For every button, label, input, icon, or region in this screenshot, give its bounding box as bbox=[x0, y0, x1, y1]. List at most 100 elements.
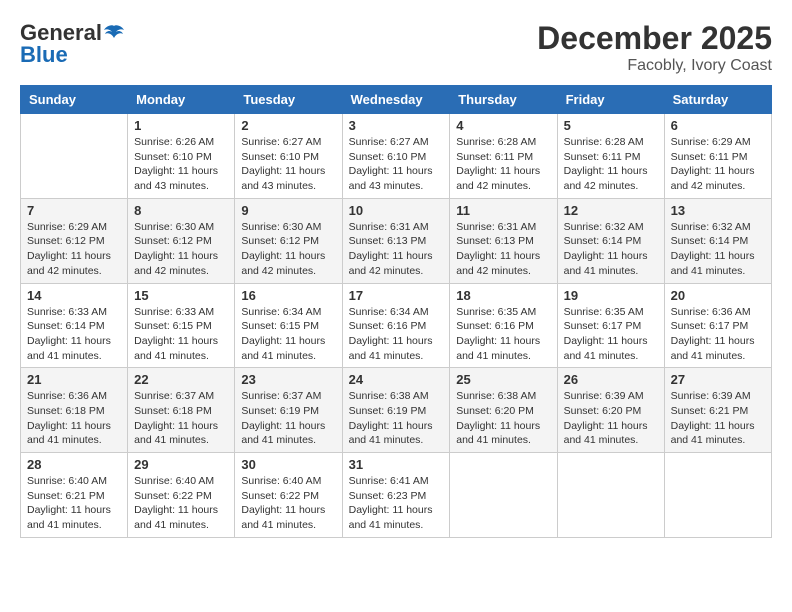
table-row: 30 Sunrise: 6:40 AMSunset: 6:22 PMDaylig… bbox=[235, 453, 342, 538]
table-row: 12 Sunrise: 6:32 AMSunset: 6:14 PMDaylig… bbox=[557, 198, 664, 283]
location-title: Facobly, Ivory Coast bbox=[537, 57, 772, 75]
day-info: Sunrise: 6:39 AMSunset: 6:21 PMDaylight:… bbox=[671, 389, 765, 448]
day-info: Sunrise: 6:27 AMSunset: 6:10 PMDaylight:… bbox=[349, 135, 444, 194]
calendar-week-1: 7 Sunrise: 6:29 AMSunset: 6:12 PMDayligh… bbox=[21, 198, 772, 283]
day-number: 3 bbox=[349, 118, 444, 133]
calendar-week-4: 28 Sunrise: 6:40 AMSunset: 6:21 PMDaylig… bbox=[21, 453, 772, 538]
day-info: Sunrise: 6:40 AMSunset: 6:22 PMDaylight:… bbox=[134, 474, 228, 533]
table-row bbox=[557, 453, 664, 538]
day-info: Sunrise: 6:38 AMSunset: 6:19 PMDaylight:… bbox=[349, 389, 444, 448]
day-info: Sunrise: 6:35 AMSunset: 6:17 PMDaylight:… bbox=[564, 305, 658, 364]
header-friday: Friday bbox=[557, 86, 664, 114]
day-info: Sunrise: 6:38 AMSunset: 6:20 PMDaylight:… bbox=[456, 389, 550, 448]
table-row: 15 Sunrise: 6:33 AMSunset: 6:15 PMDaylig… bbox=[128, 283, 235, 368]
table-row: 3 Sunrise: 6:27 AMSunset: 6:10 PMDayligh… bbox=[342, 114, 450, 199]
calendar-week-0: 1 Sunrise: 6:26 AMSunset: 6:10 PMDayligh… bbox=[21, 114, 772, 199]
day-number: 7 bbox=[27, 203, 121, 218]
day-number: 20 bbox=[671, 288, 765, 303]
day-number: 15 bbox=[134, 288, 228, 303]
table-row: 7 Sunrise: 6:29 AMSunset: 6:12 PMDayligh… bbox=[21, 198, 128, 283]
day-number: 28 bbox=[27, 457, 121, 472]
day-info: Sunrise: 6:31 AMSunset: 6:13 PMDaylight:… bbox=[456, 220, 550, 279]
header-monday: Monday bbox=[128, 86, 235, 114]
day-info: Sunrise: 6:26 AMSunset: 6:10 PMDaylight:… bbox=[134, 135, 228, 194]
day-number: 5 bbox=[564, 118, 658, 133]
table-row: 8 Sunrise: 6:30 AMSunset: 6:12 PMDayligh… bbox=[128, 198, 235, 283]
table-row bbox=[450, 453, 557, 538]
day-number: 4 bbox=[456, 118, 550, 133]
day-info: Sunrise: 6:29 AMSunset: 6:12 PMDaylight:… bbox=[27, 220, 121, 279]
day-info: Sunrise: 6:33 AMSunset: 6:14 PMDaylight:… bbox=[27, 305, 121, 364]
logo-blue: Blue bbox=[20, 42, 68, 68]
day-number: 6 bbox=[671, 118, 765, 133]
table-row bbox=[21, 114, 128, 199]
day-info: Sunrise: 6:40 AMSunset: 6:22 PMDaylight:… bbox=[241, 474, 335, 533]
header-tuesday: Tuesday bbox=[235, 86, 342, 114]
logo: General Blue bbox=[20, 20, 124, 68]
day-info: Sunrise: 6:28 AMSunset: 6:11 PMDaylight:… bbox=[456, 135, 550, 194]
table-row: 24 Sunrise: 6:38 AMSunset: 6:19 PMDaylig… bbox=[342, 368, 450, 453]
table-row: 20 Sunrise: 6:36 AMSunset: 6:17 PMDaylig… bbox=[664, 283, 771, 368]
day-info: Sunrise: 6:34 AMSunset: 6:15 PMDaylight:… bbox=[241, 305, 335, 364]
table-row: 14 Sunrise: 6:33 AMSunset: 6:14 PMDaylig… bbox=[21, 283, 128, 368]
day-number: 13 bbox=[671, 203, 765, 218]
table-row: 22 Sunrise: 6:37 AMSunset: 6:18 PMDaylig… bbox=[128, 368, 235, 453]
header-wednesday: Wednesday bbox=[342, 86, 450, 114]
day-number: 12 bbox=[564, 203, 658, 218]
table-row: 31 Sunrise: 6:41 AMSunset: 6:23 PMDaylig… bbox=[342, 453, 450, 538]
day-number: 31 bbox=[349, 457, 444, 472]
table-row: 28 Sunrise: 6:40 AMSunset: 6:21 PMDaylig… bbox=[21, 453, 128, 538]
table-row bbox=[664, 453, 771, 538]
day-info: Sunrise: 6:39 AMSunset: 6:20 PMDaylight:… bbox=[564, 389, 658, 448]
day-info: Sunrise: 6:41 AMSunset: 6:23 PMDaylight:… bbox=[349, 474, 444, 533]
calendar-week-2: 14 Sunrise: 6:33 AMSunset: 6:14 PMDaylig… bbox=[21, 283, 772, 368]
day-number: 21 bbox=[27, 372, 121, 387]
day-info: Sunrise: 6:36 AMSunset: 6:18 PMDaylight:… bbox=[27, 389, 121, 448]
day-info: Sunrise: 6:31 AMSunset: 6:13 PMDaylight:… bbox=[349, 220, 444, 279]
day-number: 24 bbox=[349, 372, 444, 387]
table-row: 23 Sunrise: 6:37 AMSunset: 6:19 PMDaylig… bbox=[235, 368, 342, 453]
table-row: 18 Sunrise: 6:35 AMSunset: 6:16 PMDaylig… bbox=[450, 283, 557, 368]
day-number: 18 bbox=[456, 288, 550, 303]
day-info: Sunrise: 6:32 AMSunset: 6:14 PMDaylight:… bbox=[564, 220, 658, 279]
day-info: Sunrise: 6:33 AMSunset: 6:15 PMDaylight:… bbox=[134, 305, 228, 364]
table-row: 5 Sunrise: 6:28 AMSunset: 6:11 PMDayligh… bbox=[557, 114, 664, 199]
calendar-header-row: Sunday Monday Tuesday Wednesday Thursday… bbox=[21, 86, 772, 114]
day-info: Sunrise: 6:35 AMSunset: 6:16 PMDaylight:… bbox=[456, 305, 550, 364]
table-row: 27 Sunrise: 6:39 AMSunset: 6:21 PMDaylig… bbox=[664, 368, 771, 453]
table-row: 16 Sunrise: 6:34 AMSunset: 6:15 PMDaylig… bbox=[235, 283, 342, 368]
logo-bird-icon bbox=[104, 24, 124, 42]
day-number: 14 bbox=[27, 288, 121, 303]
header-sunday: Sunday bbox=[21, 86, 128, 114]
day-number: 19 bbox=[564, 288, 658, 303]
table-row: 2 Sunrise: 6:27 AMSunset: 6:10 PMDayligh… bbox=[235, 114, 342, 199]
day-number: 8 bbox=[134, 203, 228, 218]
table-row: 13 Sunrise: 6:32 AMSunset: 6:14 PMDaylig… bbox=[664, 198, 771, 283]
day-number: 23 bbox=[241, 372, 335, 387]
day-number: 11 bbox=[456, 203, 550, 218]
day-info: Sunrise: 6:40 AMSunset: 6:21 PMDaylight:… bbox=[27, 474, 121, 533]
day-info: Sunrise: 6:30 AMSunset: 6:12 PMDaylight:… bbox=[241, 220, 335, 279]
day-info: Sunrise: 6:27 AMSunset: 6:10 PMDaylight:… bbox=[241, 135, 335, 194]
day-info: Sunrise: 6:37 AMSunset: 6:19 PMDaylight:… bbox=[241, 389, 335, 448]
table-row: 17 Sunrise: 6:34 AMSunset: 6:16 PMDaylig… bbox=[342, 283, 450, 368]
table-row: 19 Sunrise: 6:35 AMSunset: 6:17 PMDaylig… bbox=[557, 283, 664, 368]
table-row: 1 Sunrise: 6:26 AMSunset: 6:10 PMDayligh… bbox=[128, 114, 235, 199]
table-row: 11 Sunrise: 6:31 AMSunset: 6:13 PMDaylig… bbox=[450, 198, 557, 283]
table-row: 29 Sunrise: 6:40 AMSunset: 6:22 PMDaylig… bbox=[128, 453, 235, 538]
table-row: 25 Sunrise: 6:38 AMSunset: 6:20 PMDaylig… bbox=[450, 368, 557, 453]
calendar-table: Sunday Monday Tuesday Wednesday Thursday… bbox=[20, 85, 772, 538]
header-saturday: Saturday bbox=[664, 86, 771, 114]
day-number: 2 bbox=[241, 118, 335, 133]
calendar-week-3: 21 Sunrise: 6:36 AMSunset: 6:18 PMDaylig… bbox=[21, 368, 772, 453]
day-number: 22 bbox=[134, 372, 228, 387]
day-number: 9 bbox=[241, 203, 335, 218]
table-row: 10 Sunrise: 6:31 AMSunset: 6:13 PMDaylig… bbox=[342, 198, 450, 283]
day-info: Sunrise: 6:36 AMSunset: 6:17 PMDaylight:… bbox=[671, 305, 765, 364]
title-block: December 2025 Facobly, Ivory Coast bbox=[537, 20, 772, 75]
month-title: December 2025 bbox=[537, 20, 772, 57]
day-number: 1 bbox=[134, 118, 228, 133]
day-number: 16 bbox=[241, 288, 335, 303]
table-row: 6 Sunrise: 6:29 AMSunset: 6:11 PMDayligh… bbox=[664, 114, 771, 199]
day-number: 29 bbox=[134, 457, 228, 472]
